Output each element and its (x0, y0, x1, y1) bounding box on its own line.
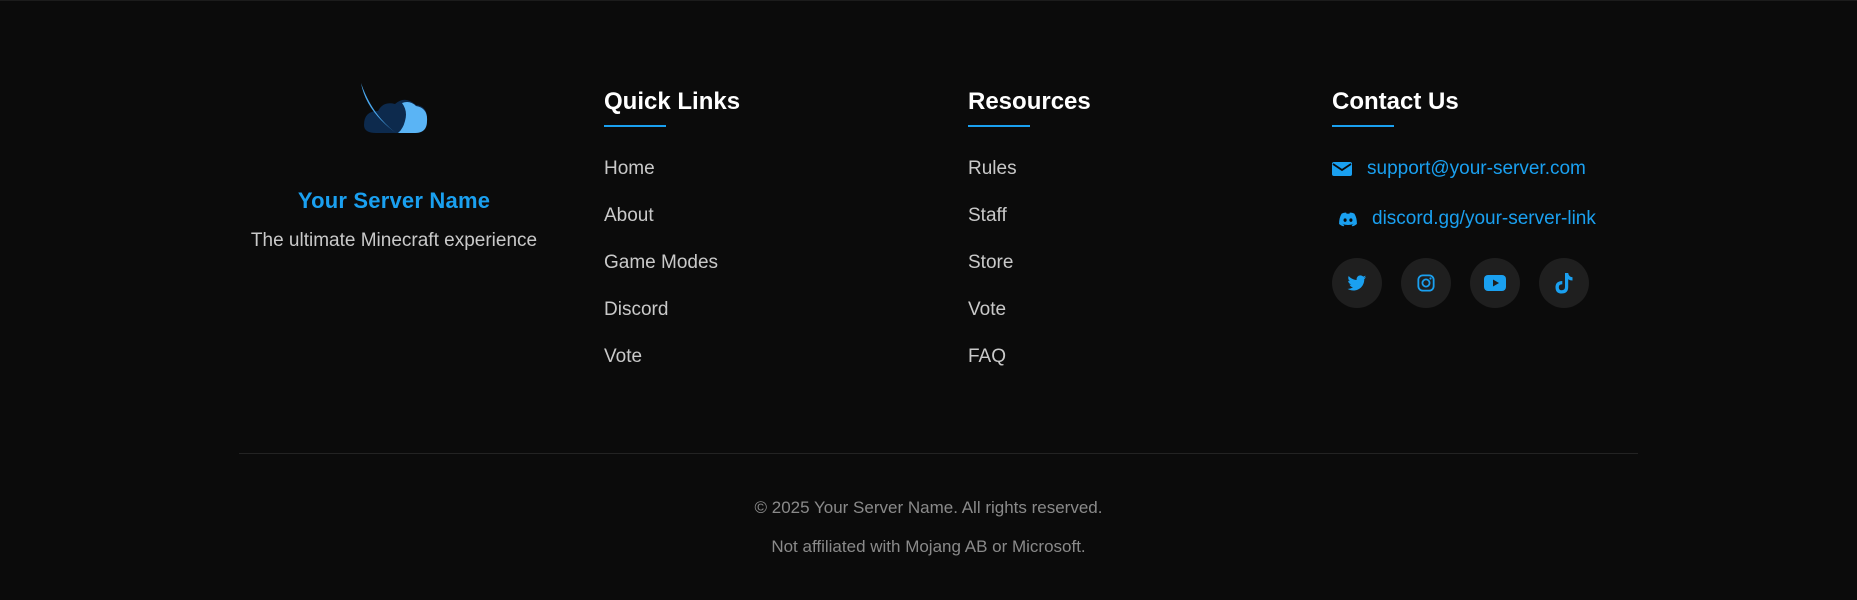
email-text: support@your-server.com (1367, 158, 1586, 179)
youtube-icon (1484, 275, 1506, 291)
twitter-button[interactable] (1332, 258, 1382, 308)
title-underline (1332, 125, 1394, 127)
brand-block: Your Server Name The ultimate Minecraft … (239, 81, 549, 252)
discord-link[interactable]: discord.gg/your-server-link (1332, 208, 1596, 230)
resources-list: Rules Staff Store Vote FAQ (968, 158, 1091, 368)
tiktok-icon (1555, 272, 1573, 293)
link-resources-vote[interactable]: Vote (968, 299, 1091, 321)
cloud-logo-icon (361, 83, 428, 133)
brand-name: Your Server Name (297, 188, 491, 213)
title-underline (604, 125, 666, 127)
site-footer: Your Server Name The ultimate Minecraft … (0, 0, 1857, 600)
contact-title: Contact Us (1332, 88, 1459, 115)
link-home[interactable]: Home (604, 158, 740, 180)
footer-divider (239, 453, 1638, 454)
link-rules[interactable]: Rules (968, 158, 1091, 180)
social-links (1332, 258, 1596, 308)
copyright-text: © 2025 Your Server Name. All rights rese… (754, 498, 1103, 517)
resources-title: Resources (968, 88, 1091, 115)
tiktok-button[interactable] (1539, 258, 1589, 308)
link-about[interactable]: About (604, 205, 740, 227)
instagram-icon (1417, 274, 1435, 292)
link-discord[interactable]: Discord (604, 299, 740, 321)
link-store[interactable]: Store (968, 252, 1091, 274)
contact-column: Contact Us support@your-server.com disco… (1332, 87, 1596, 308)
resources-column: Resources Rules Staff Store Vote FAQ (968, 87, 1091, 393)
instagram-button[interactable] (1401, 258, 1451, 308)
discord-text: discord.gg/your-server-link (1372, 208, 1596, 229)
link-game-modes[interactable]: Game Modes (604, 252, 740, 274)
title-underline (968, 125, 1030, 127)
quick-links-column: Quick Links Home About Game Modes Discor… (604, 87, 740, 393)
link-staff[interactable]: Staff (968, 205, 1091, 227)
youtube-button[interactable] (1470, 258, 1520, 308)
brand-tagline: The ultimate Minecraft experience (250, 230, 538, 251)
quick-links-list: Home About Game Modes Discord Vote (604, 158, 740, 368)
envelope-icon (1332, 159, 1352, 179)
link-vote[interactable]: Vote (604, 346, 740, 368)
email-link[interactable]: support@your-server.com (1332, 158, 1596, 180)
quick-links-title: Quick Links (604, 88, 741, 115)
disclaimer-text: Not affiliated with Mojang AB or Microso… (771, 537, 1086, 556)
twitter-icon (1347, 274, 1367, 290)
link-faq[interactable]: FAQ (968, 346, 1091, 368)
discord-icon (1338, 209, 1358, 229)
